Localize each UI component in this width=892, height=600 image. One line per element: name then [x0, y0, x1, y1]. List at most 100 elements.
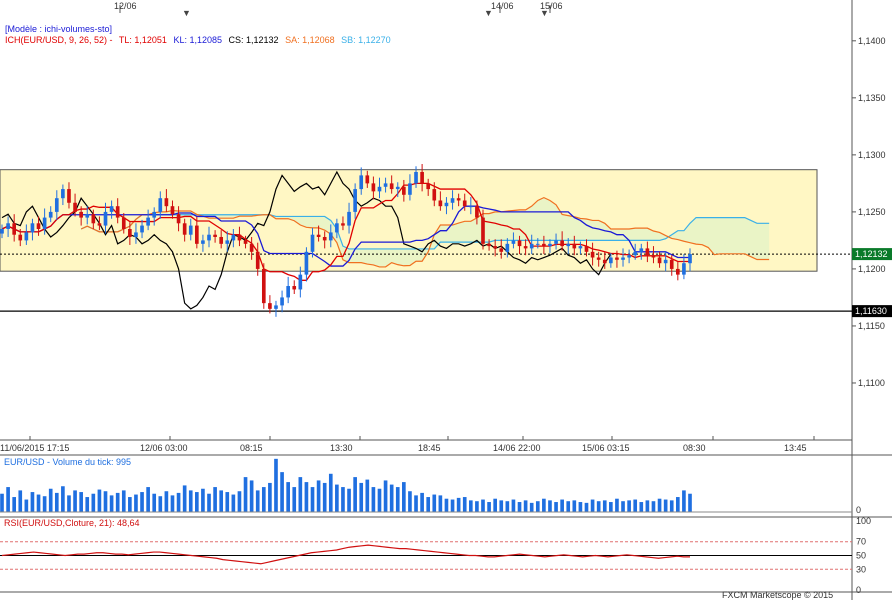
candle-body	[420, 171, 424, 184]
volume-bar	[12, 497, 17, 512]
senkou-a-value: SA: 1,12068	[285, 35, 335, 45]
top-date-label: 12/06	[114, 1, 137, 11]
candle-body	[511, 240, 516, 244]
volume-bar	[67, 495, 71, 512]
volume-bar	[48, 488, 53, 512]
volume-bar	[493, 498, 497, 512]
caret-icon: ▼	[182, 8, 191, 18]
volume-bar	[268, 482, 272, 512]
chart-canvas[interactable]: 12/06 14/06 15/06 ▼ ▼ ▼ [Modèle : ichi-v…	[0, 0, 892, 600]
volume-bar	[73, 490, 77, 512]
ichimoku-legend: ICH(EUR/USD, 9, 26, 52) - TL: 1,12051 KL…	[5, 35, 391, 45]
candle-body	[261, 268, 266, 304]
volume-bar	[523, 500, 528, 512]
volume-bar	[377, 488, 382, 512]
candle-body	[140, 225, 144, 233]
volume-bar	[663, 499, 668, 512]
volume-bar	[30, 492, 35, 512]
candle-body	[85, 214, 90, 218]
candle-body	[426, 183, 431, 190]
candle-body	[438, 200, 443, 207]
caret-icon: ▼	[540, 8, 549, 18]
candle-body	[572, 243, 577, 249]
candle-body	[688, 254, 692, 264]
candle-body	[322, 236, 327, 241]
volume-bar	[347, 488, 351, 512]
rsi-axis-label: 100	[856, 516, 871, 526]
candle-body	[121, 217, 126, 229]
candle-body	[48, 211, 53, 218]
volume-bar	[286, 482, 290, 512]
volume-bar	[572, 500, 577, 512]
time-tick-label: 14/06 22:00	[493, 443, 541, 453]
price-tick-label: 1,1300	[858, 150, 886, 160]
candle-body	[633, 251, 638, 256]
rsi-axis-label: 30	[856, 564, 866, 574]
volume-bar	[371, 487, 376, 512]
price-tick-label: 1,1150	[858, 321, 885, 331]
candle-body	[6, 223, 10, 229]
time-tick-label: 11/06/2015 17:15	[0, 443, 69, 453]
candle-body	[347, 211, 351, 226]
candle-body	[255, 251, 260, 269]
volume-bar	[475, 501, 479, 512]
volume-bar	[36, 494, 41, 512]
candle-body	[61, 189, 65, 199]
candle-body	[682, 263, 686, 275]
rsi-axis-label: 50	[856, 551, 866, 561]
volume-bar	[109, 495, 114, 512]
volume-bar	[0, 493, 4, 512]
candle-body	[383, 183, 388, 187]
volume-bar	[395, 487, 400, 512]
price-tick-label: 1,1400	[858, 36, 886, 46]
volume-bar	[487, 502, 491, 512]
chart-window: 12/06 14/06 15/06 ▼ ▼ ▼ [Modèle : ichi-v…	[0, 0, 892, 600]
candle-body	[535, 243, 540, 245]
volume-bar	[456, 497, 461, 512]
volume-bar	[182, 485, 187, 512]
candle-body	[499, 248, 504, 252]
rsi-guides	[0, 541, 852, 570]
volume-bar	[85, 497, 90, 512]
support-value: 1,11630	[855, 306, 887, 316]
candle-body	[274, 305, 278, 309]
candle-body	[328, 232, 333, 241]
candle-body	[402, 186, 406, 195]
candle-body	[219, 236, 224, 244]
candle-body	[609, 257, 613, 264]
price-tick-label: 1,1250	[858, 207, 886, 217]
volume-bar	[560, 499, 564, 512]
candle-body	[128, 229, 132, 237]
candle-body	[304, 251, 309, 275]
model-label: [Modèle : ichi-volumes-sto]	[5, 24, 112, 34]
candle-body	[237, 234, 242, 241]
volume-bar	[535, 501, 540, 512]
candle-body	[335, 223, 339, 233]
rsi-axis: 100 70 50 30 0	[856, 516, 871, 595]
senkou-b-value: SB: 1,12270	[341, 35, 391, 45]
time-tick-label: 08:30	[683, 443, 706, 453]
volume-bar	[511, 499, 516, 512]
candle-body	[675, 268, 680, 275]
candle-body	[73, 202, 77, 212]
rsi-line	[1, 544, 690, 565]
candle-body	[42, 217, 47, 229]
volume-bar	[24, 499, 29, 512]
candle-body	[158, 198, 163, 212]
volume-bar	[42, 496, 47, 512]
candle-body	[213, 234, 217, 237]
candle-body	[225, 240, 230, 244]
candle-body	[657, 257, 662, 264]
volume-bar	[103, 491, 108, 512]
volume-bar	[651, 501, 656, 512]
chikou-value: CS: 1,12132	[229, 35, 279, 45]
time-tick-label: 15/06 03:15	[582, 443, 630, 453]
volume-bar	[97, 489, 102, 512]
volume-bar	[128, 497, 132, 512]
volume-bar	[188, 490, 193, 512]
volume-bar	[164, 491, 169, 512]
candle-body	[669, 259, 674, 269]
volume-bar	[505, 501, 510, 512]
last-price-value: 1,12132	[855, 249, 888, 259]
candle-body	[505, 243, 510, 252]
